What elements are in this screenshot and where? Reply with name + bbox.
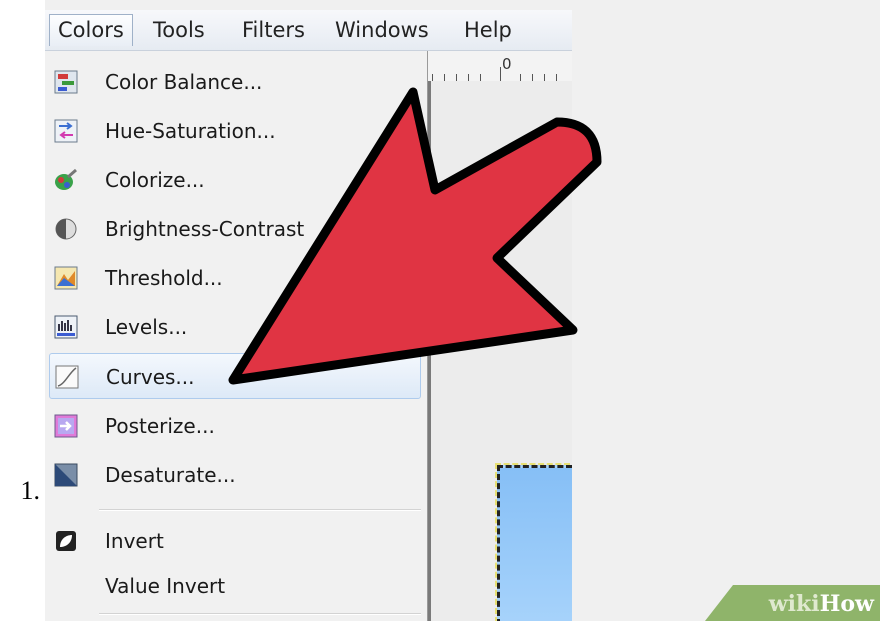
step-number: 1. <box>20 476 41 505</box>
watermark-how: How <box>819 591 874 617</box>
red-arrow-icon <box>228 87 602 385</box>
watermark-wiki: wiki <box>768 591 820 617</box>
watermark-text: wikiHow <box>769 591 874 617</box>
screenshot: Colors Tools Filters Windows Help 0 Colo… <box>45 0 880 621</box>
